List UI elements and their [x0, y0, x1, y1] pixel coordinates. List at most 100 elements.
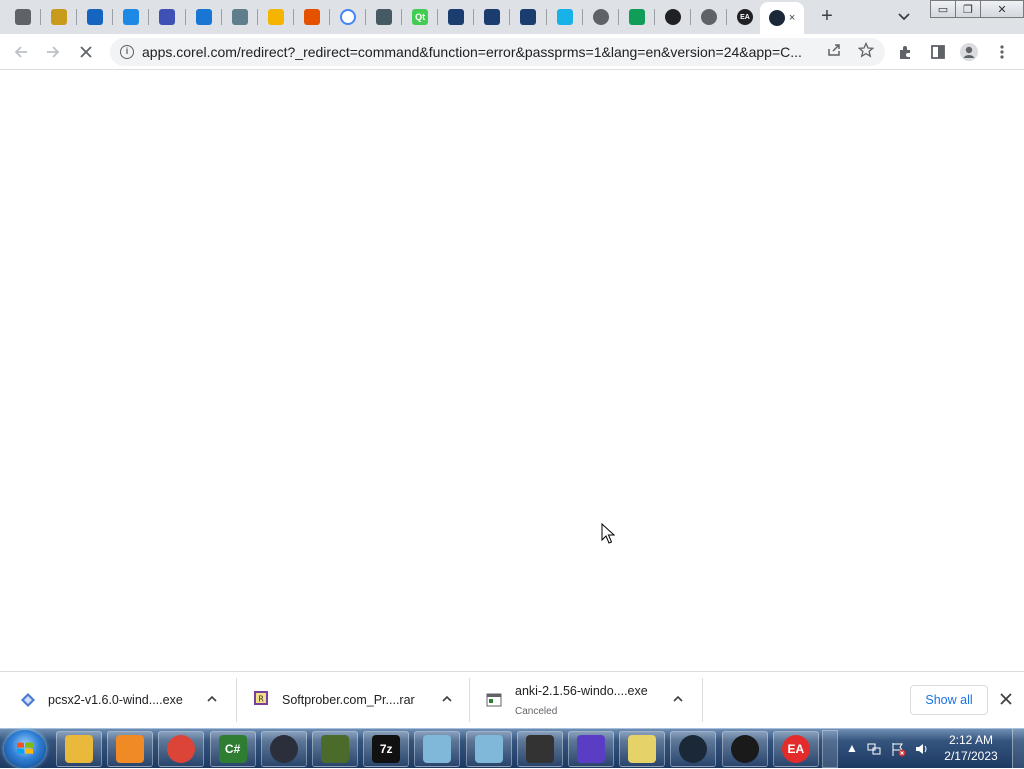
tab-separator — [653, 9, 655, 25]
show-desktop-button[interactable] — [1012, 729, 1024, 769]
flag-alert-icon[interactable] — [890, 741, 906, 757]
back-button[interactable] — [9, 40, 33, 64]
taskbar-app-button[interactable] — [619, 731, 666, 767]
book-icon — [520, 9, 537, 25]
browser-tab[interactable] — [6, 4, 40, 30]
browser-tab[interactable] — [78, 4, 112, 30]
show-all-button[interactable]: Show all — [910, 685, 988, 715]
browser-tab[interactable] — [42, 4, 76, 30]
tab-separator — [617, 9, 619, 25]
notepad-icon — [423, 735, 452, 763]
taskbar: ▲ 2:12 AM 2/17/2023 C# 7z EA — [0, 728, 1024, 769]
browser-tab[interactable] — [511, 4, 545, 30]
taskbar-app-button[interactable] — [414, 731, 461, 767]
window-controls: ▭ ❐ ✕ — [930, 0, 1024, 18]
taskbar-app-button[interactable] — [465, 731, 512, 767]
chevron-up-icon[interactable] — [440, 692, 454, 706]
clock[interactable]: 2:12 AM 2/17/2023 — [932, 732, 1010, 764]
browser-tab[interactable] — [331, 4, 365, 30]
tab-separator — [437, 9, 439, 25]
chrome-icon — [167, 735, 196, 763]
notepad2-icon — [474, 735, 503, 763]
maximize-button[interactable]: ❐ — [955, 0, 981, 18]
electron-icon — [269, 735, 298, 763]
browser-tab[interactable] — [259, 4, 293, 30]
stop-button[interactable] — [74, 40, 98, 64]
taskbar-app-button[interactable] — [516, 731, 563, 767]
minimize-button[interactable]: ▭ — [930, 0, 956, 18]
download-item[interactable]: anki-2.1.56-windo....exe Canceled — [470, 678, 703, 722]
extensions-button[interactable] — [894, 40, 918, 64]
browser-tab[interactable] — [150, 4, 184, 30]
browser-window: + ▭ ❐ ✕ Qt EA × i apps.corel.com/redirect?… — [0, 0, 1024, 728]
taskbar-app-button[interactable]: C# — [209, 731, 256, 767]
bookmark-star-icon[interactable] — [856, 41, 876, 62]
browser-tab[interactable] — [367, 4, 401, 30]
download-item[interactable]: pcsx2-v1.6.0-wind....exe — [0, 678, 237, 722]
winrar-icon: R — [253, 690, 269, 706]
taskbar-app-button[interactable] — [107, 731, 154, 767]
tab-separator — [148, 9, 150, 25]
tab-strip: + ▭ ❐ ✕ Qt EA × — [0, 0, 1024, 34]
address-bar[interactable]: i apps.corel.com/redirect?_redirect=comm… — [110, 38, 885, 66]
forward-button[interactable] — [41, 40, 65, 64]
volume-icon[interactable] — [914, 741, 930, 757]
browser-tab[interactable]: EA — [728, 4, 762, 30]
browser-tab[interactable] — [223, 4, 257, 30]
menu-button[interactable] — [990, 40, 1014, 64]
taskbar-app-button[interactable] — [56, 731, 102, 767]
side-panel-button[interactable] — [926, 40, 950, 64]
new-tab-button[interactable]: + — [815, 6, 839, 28]
taskbar-app-button[interactable] — [312, 731, 358, 767]
download-status: Canceled — [515, 706, 558, 717]
share-icon[interactable] — [824, 42, 844, 62]
browser-tab[interactable] — [187, 4, 221, 30]
browser-tab[interactable] — [295, 4, 329, 30]
download-filename: anki-2.1.56-windo....exe — [515, 684, 648, 698]
close-window-button[interactable]: ✕ — [980, 0, 1024, 18]
browser-tab[interactable] — [620, 4, 654, 30]
download-item[interactable]: R Softprober.com_Pr....rar — [237, 678, 470, 722]
taskbar-app-button[interactable] — [670, 731, 717, 767]
browser-tab[interactable] — [439, 4, 473, 30]
taskbar-scroll[interactable] — [822, 730, 838, 768]
taskbar-app-button[interactable] — [158, 731, 205, 767]
taskbar-app-button[interactable] — [721, 731, 768, 767]
close-icon[interactable] — [998, 691, 1014, 707]
browser-tab[interactable] — [548, 4, 582, 30]
tab-separator — [292, 9, 294, 25]
chip-icon — [525, 735, 554, 763]
profile-button[interactable] — [957, 40, 981, 64]
tab-search-button[interactable] — [894, 8, 914, 26]
taskbar-app-button[interactable]: 7z — [363, 731, 410, 767]
browser-tab[interactable]: × — [760, 2, 805, 34]
puzzle-icon — [900, 46, 910, 59]
ea-icon: EA — [781, 735, 810, 763]
browser-tab[interactable] — [692, 4, 726, 30]
media-player-icon — [116, 735, 145, 763]
browser-tab[interactable] — [114, 4, 148, 30]
browser-tab[interactable] — [656, 4, 690, 30]
info-icon[interactable]: i — [120, 45, 134, 59]
tab-close-icon[interactable]: × — [789, 12, 795, 24]
globe-icon — [592, 9, 609, 25]
chevron-up-icon[interactable] — [671, 692, 685, 706]
tab-separator — [401, 9, 403, 25]
browser-tab[interactable] — [584, 4, 618, 30]
url-text[interactable]: apps.corel.com/redirect?_redirect=comman… — [142, 44, 822, 60]
network-icon[interactable] — [866, 741, 882, 757]
taskbar-app-button[interactable] — [568, 731, 614, 767]
download-shelf: pcsx2-v1.6.0-wind....exe R Softprober.co… — [0, 671, 1024, 728]
folder-icon — [628, 735, 657, 763]
tools-icon — [376, 9, 392, 25]
show-hidden-icons-icon[interactable]: ▲ — [844, 741, 860, 757]
start-button[interactable] — [4, 730, 46, 768]
chevron-up-icon[interactable] — [205, 692, 219, 706]
browser-tab[interactable] — [475, 4, 509, 30]
download-filename: pcsx2-v1.6.0-wind....exe — [48, 693, 183, 707]
browser-tab[interactable]: Qt — [403, 4, 437, 30]
taskbar-app-button[interactable]: EA — [772, 731, 819, 767]
tab-separator — [328, 9, 330, 25]
taskbar-app-button[interactable] — [260, 731, 307, 767]
m-logo-icon — [87, 9, 104, 25]
